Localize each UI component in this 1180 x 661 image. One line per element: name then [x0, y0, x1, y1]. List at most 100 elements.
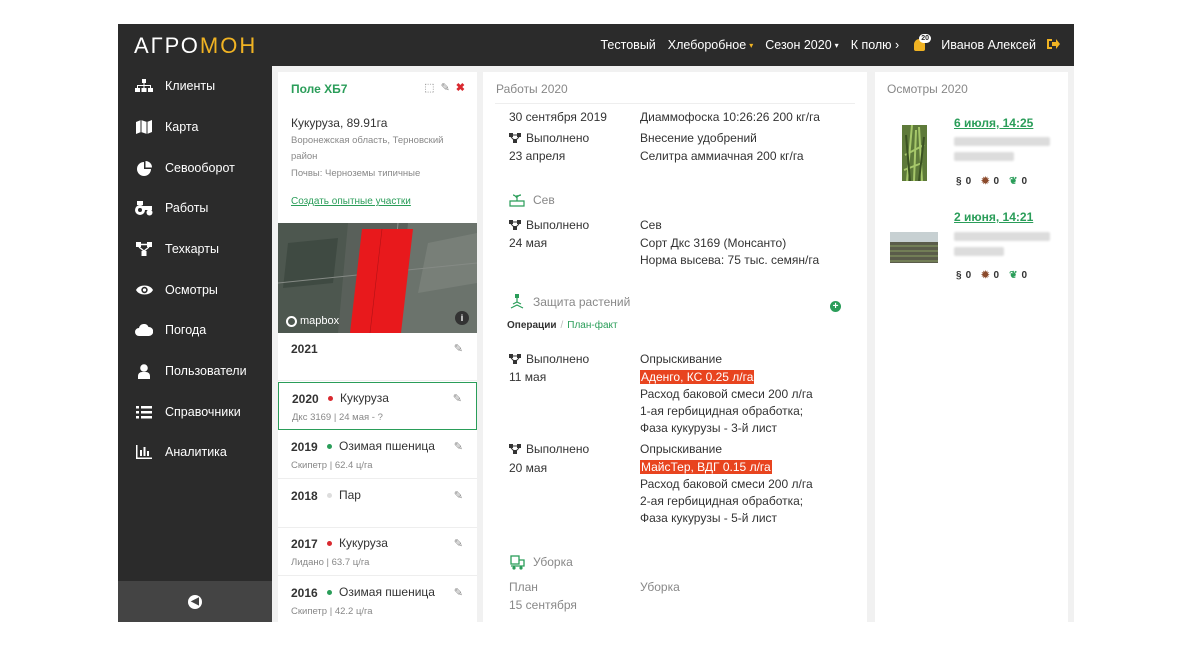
sidebar-item-clients[interactable]: Клиенты [118, 66, 272, 106]
pest-count: § 0 [956, 176, 972, 187]
logo[interactable]: АГРОМОН [134, 33, 257, 59]
field-soil: Почвы: Черноземы типичные [291, 168, 421, 179]
crop-select-icon[interactable]: ⬚ [424, 81, 434, 94]
worm-icon: § [956, 176, 962, 187]
season-row-2018[interactable]: 2018 Пар ✎ [278, 480, 477, 528]
inspection-counts: § 0 ✹ 0 ❦ 0 [956, 176, 1037, 187]
field-map[interactable]: mapbox i [278, 223, 477, 333]
season-year: 2021 [291, 342, 318, 356]
sidebar-item-label: Работы [165, 201, 209, 215]
sprayer-icon [509, 294, 525, 310]
logo-text: АГРО [134, 33, 200, 58]
work-status: План [509, 580, 538, 594]
sidebar-item-label: Севооборот [165, 161, 235, 175]
work-date: 24 мая [509, 236, 548, 250]
field-title[interactable]: Поле ХБ7 [291, 82, 347, 96]
eye-icon [135, 282, 153, 298]
info-icon[interactable]: i [455, 311, 469, 325]
sidebar-item-users[interactable]: Пользователи [118, 351, 272, 391]
logout-icon[interactable] [1046, 37, 1060, 53]
sidebar-item-label: Клиенты [165, 79, 216, 93]
work-desc: Селитра аммиачная 200 кг/га [640, 149, 804, 163]
season-row-2021[interactable]: 2021 ✎ [278, 333, 477, 381]
farm-selector[interactable]: Хлеборобное ▾ [668, 38, 753, 52]
tab-plan-fact[interactable]: План-факт [567, 320, 617, 331]
sidebar-item-tech-maps[interactable]: Техкарты [118, 229, 272, 269]
to-field-link[interactable]: К полю › [851, 38, 900, 52]
flow-icon [509, 354, 521, 364]
sidebar-item-inspections[interactable]: Осмотры [118, 270, 272, 310]
work-date: 23 апреля [509, 149, 566, 163]
season-crop: Кукуруза [340, 391, 389, 405]
sidebar-item-map[interactable]: Карта [118, 107, 272, 147]
field-region: Воронежская область, Терновский район [291, 135, 444, 162]
pencil-icon[interactable]: ✎ [454, 537, 463, 550]
leaf-icon: ❦ [1009, 270, 1018, 281]
flow-icon [509, 444, 521, 454]
work-desc: Опрыскивание [640, 352, 723, 366]
inspections-panel: Осмотры 2020 6 июля, 14:25 § 0 ✹ 0 ❦ 0 2 ию… [875, 72, 1068, 622]
inspections-title: Осмотры 2020 [887, 82, 968, 96]
work-date: 20 мая [509, 461, 548, 475]
inspection-photo[interactable] [902, 125, 927, 181]
inspection-photo[interactable] [890, 232, 938, 263]
sidebar-item-label: Пользователи [165, 364, 247, 378]
create-trial-plots-link[interactable]: Создать опытные участки [291, 196, 411, 207]
season-year: 2017 [291, 537, 318, 551]
sidebar-item-crop-rotation[interactable]: Севооборот [118, 148, 272, 188]
season-crop: Озимая пшеница [339, 585, 435, 599]
collapse-sidebar-button[interactable]: ◀ [118, 581, 272, 622]
pencil-icon[interactable]: ✎ [454, 440, 463, 453]
inspection-link[interactable]: 6 июля, 14:25 [954, 116, 1033, 130]
pencil-icon[interactable]: ✎ [453, 392, 462, 405]
work-date: 11 мая [509, 370, 547, 384]
work-desc: Сорт Дкс 3169 (Монсанто) [640, 236, 787, 250]
user-icon [135, 363, 153, 379]
close-icon[interactable]: ✖ [456, 81, 465, 94]
sidebar: Клиенты Карта Севооборот Работы Техкарты… [118, 66, 272, 622]
crop-color-dot [328, 396, 333, 401]
work-desc: Фаза кукурузы - 5-й лист [640, 511, 778, 525]
pencil-icon[interactable]: ✎ [454, 489, 463, 502]
tab-operations[interactable]: Операции [507, 320, 557, 331]
season-row-2017[interactable]: 2017 Кукуруза Лидано | 63.7 ц/га ✎ [278, 528, 477, 576]
season-row-2016[interactable]: 2016 Озимая пшеница Скипетр | 42.2 ц/га … [278, 577, 477, 622]
inspection-link[interactable]: 2 июня, 14:21 [954, 210, 1033, 224]
org-selector[interactable]: Тестовый [601, 38, 656, 52]
season-selector[interactable]: Сезон 2020 ▾ [765, 38, 838, 52]
product-highlight: МайсТер, ВДГ 0.15 л/га [640, 460, 772, 474]
protection-tabs: Операции / План-факт [507, 320, 618, 331]
work-date: 30 сентября 2019 [509, 110, 607, 124]
works-title: Работы 2020 [496, 82, 568, 96]
sidebar-item-label: Справочники [165, 405, 241, 419]
arrow-left-icon: ◀ [188, 594, 202, 609]
list-icon [135, 404, 153, 420]
season-row-2020[interactable]: 2020 Кукуруза Дкс 3169 | 24 мая - ? ✎ [278, 382, 477, 430]
season-row-2019[interactable]: 2019 Озимая пшеница Скипетр | 62.4 ц/га … [278, 431, 477, 479]
sidebar-item-directories[interactable]: Справочники [118, 392, 272, 432]
work-desc: Уборка [640, 580, 680, 594]
notifications-button[interactable]: 20 [911, 34, 931, 54]
flow-icon [509, 133, 521, 143]
work-status: Выполнено [509, 131, 589, 145]
pencil-icon[interactable]: ✎ [441, 81, 450, 94]
user-name[interactable]: Иванов Алексей [941, 38, 1036, 52]
pencil-icon[interactable]: ✎ [454, 342, 463, 355]
add-operation-button[interactable]: + [830, 301, 841, 312]
pencil-icon[interactable]: ✎ [454, 586, 463, 599]
season-crop: Пар [339, 488, 361, 502]
app-window: АГРОМОН Тестовый Хлеборобное ▾ Сезон 2020… [118, 24, 1074, 622]
sidebar-item-weather[interactable]: Погода [118, 310, 272, 350]
bar-chart-icon [135, 444, 153, 460]
field-tools: ⬚ ✎ ✖ [424, 81, 465, 94]
sidebar-item-analytics[interactable]: Аналитика [118, 432, 272, 472]
sidebar-item-works[interactable]: Работы [118, 188, 272, 228]
map-icon [135, 119, 153, 135]
work-desc: Норма высева: 75 тыс. семян/га [640, 253, 820, 267]
work-desc: Диаммофоска 10:26:26 200 кг/га [640, 110, 820, 124]
work-desc: Внесение удобрений [640, 131, 757, 145]
work-desc: Опрыскивание [640, 442, 723, 456]
disease-count: ✹ 0 [981, 176, 1000, 187]
disease-count: ✹ 0 [981, 270, 1000, 281]
section-protection: Защита растений [509, 294, 630, 310]
